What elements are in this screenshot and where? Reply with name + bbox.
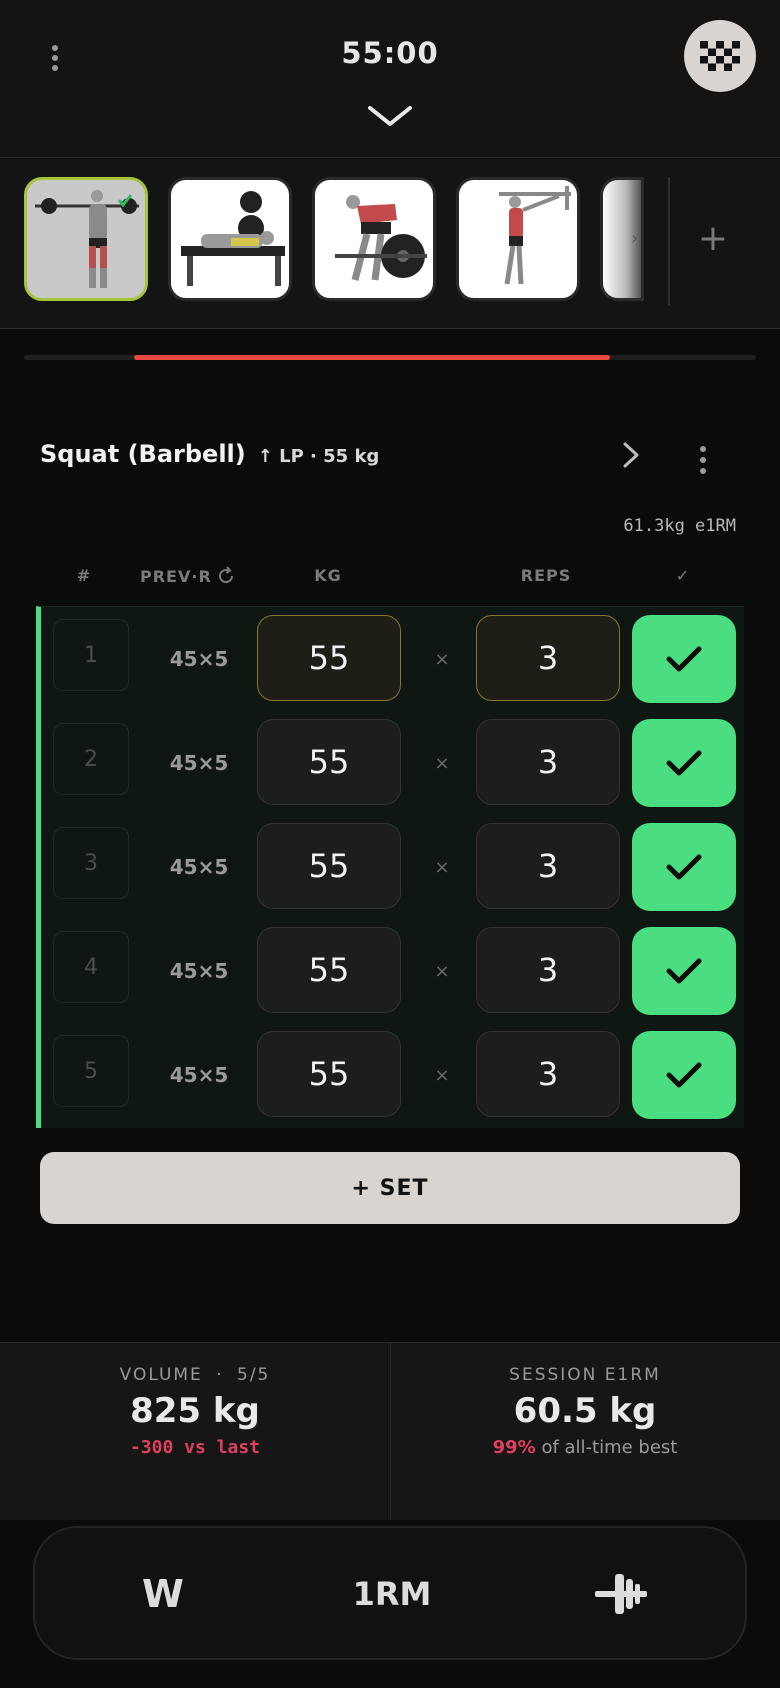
e1rm-stat: SESSION E1RM 60.5 kg 99% of all-time bes… [390,1365,780,1458]
reps-input[interactable]: 3 [476,823,620,909]
set-number[interactable]: 4 [53,931,129,1003]
set-number[interactable]: 5 [53,1035,129,1107]
complete-set-button[interactable] [632,615,736,703]
previous-performance[interactable]: 45×5 [141,919,257,1023]
set-number[interactable]: 2 [53,723,129,795]
volume-stat: VOLUME · 5/5 825 kg -300 vs last [0,1365,390,1458]
one-rm-button[interactable]: 1RM [332,1554,452,1634]
checkmark-icon [666,854,702,880]
volume-value: 825 kg [130,1391,260,1431]
col-num: # [76,566,92,585]
reps-input[interactable]: 3 [476,719,620,805]
e1rm-label: SESSION E1RM [509,1365,661,1385]
chevron-right-icon: › [631,228,639,249]
times-sign: × [434,752,450,774]
previous-performance[interactable]: 45×5 [141,711,257,815]
set-row: 3 45×5 55 × 3 [41,815,744,919]
barbell-row-illustration [335,195,427,281]
times-sign: × [434,1064,450,1086]
set-row: 2 45×5 55 × 3 [41,711,744,815]
plate-calculator-button[interactable] [561,1554,681,1634]
checkmark-icon [666,958,702,984]
refresh-icon[interactable] [216,566,236,586]
checkmark-icon [666,750,702,776]
warmup-button[interactable]: W [103,1554,223,1634]
times-sign: × [434,856,450,878]
exercise-thumb-bench[interactable] [168,177,292,301]
complete-set-button[interactable] [632,927,736,1015]
times-sign: × [434,648,450,670]
reps-input[interactable]: 3 [476,615,620,701]
checkmark-icon [666,1062,702,1088]
exercise-thumb-next[interactable]: › [600,177,644,301]
add-set-button[interactable]: + SET [40,1152,740,1224]
previous-performance[interactable]: 45×5 [141,815,257,919]
exercise-menu-icon[interactable] [690,444,716,476]
bench-press-illustration [181,191,285,286]
bottom-area: W 1RM [0,1520,780,1688]
weight-input[interactable]: 55 [257,1031,401,1117]
col-done: ✓ [675,566,691,585]
volume-label: VOLUME [119,1365,203,1385]
chevron-right-icon[interactable] [616,440,646,470]
stats-panel: VOLUME · 5/5 825 kg -300 vs last SESSION… [0,1342,780,1521]
exercise-thumb-squat[interactable] [24,177,148,301]
weight-input[interactable]: 55 [257,823,401,909]
complete-set-button[interactable] [632,1031,736,1119]
pull-up-illustration [499,186,571,285]
sets-table: 1 45×5 55 × 3 2 45×5 55 × 3 3 45×5 55 × 3 4 45×5 55 × 3 5 45×… [36,606,744,1128]
weight-input[interactable]: 55 [257,615,401,701]
exercise-header: Squat (Barbell) ↑ LP · 55 kg [40,440,379,468]
weight-input[interactable]: 55 [257,719,401,805]
exercise-thumb-row[interactable] [312,177,436,301]
squat-illustration [35,190,139,288]
weight-input[interactable]: 55 [257,927,401,1013]
reps-input[interactable]: 3 [476,1031,620,1117]
finish-workout-button[interactable] [684,20,756,92]
exercise-name[interactable]: Squat (Barbell) [40,440,246,468]
exercise-thumb-pullup[interactable] [456,177,580,301]
checkered-flag-icon [700,41,740,71]
checkmark-icon [666,646,702,672]
col-kg: KG [314,566,342,585]
workout-timer[interactable]: 55:00 [0,36,780,70]
previous-performance[interactable]: 45×5 [141,607,257,711]
strip-divider [668,177,670,305]
set-number[interactable]: 1 [53,619,129,691]
set-number[interactable]: 3 [53,827,129,899]
set-row: 5 45×5 55 × 3 [41,1023,744,1127]
exercise-strip: › + [0,159,780,329]
e1rm-tail: of all-time best [535,1437,678,1458]
volume-count: 5/5 [237,1365,271,1385]
volume-sep: · [216,1365,224,1385]
set-row: 4 45×5 55 × 3 [41,919,744,1023]
col-prev: PREV·R [140,566,212,586]
e1rm-note: 61.3kg e1RM [623,516,736,536]
progression-label: ↑ LP · 55 kg [257,446,380,467]
complete-set-button[interactable] [632,719,736,807]
e1rm-percent: 99% [492,1437,536,1458]
plate-calculator-icon [595,1574,647,1614]
set-row: 1 45×5 55 × 3 [41,607,744,711]
times-sign: × [434,960,450,982]
tool-dock: W 1RM [33,1526,747,1660]
chevron-down-icon[interactable] [364,102,416,130]
volume-delta: -300 vs last [129,1437,261,1458]
reps-input[interactable]: 3 [476,927,620,1013]
add-exercise-button[interactable]: + [690,209,736,269]
col-reps: REPS [520,566,572,585]
top-bar: 55:00 [0,0,780,158]
complete-set-button[interactable] [632,823,736,911]
previous-performance[interactable]: 45×5 [141,1023,257,1127]
e1rm-value: 60.5 kg [513,1391,657,1431]
session-progress-fill [134,355,610,360]
